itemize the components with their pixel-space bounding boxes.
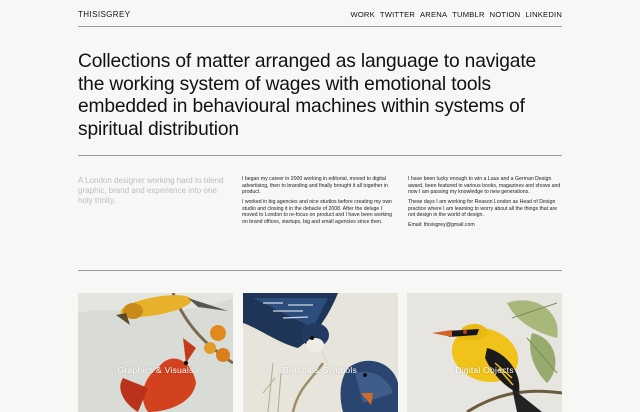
nav-twitter[interactable]: TWITTER bbox=[380, 10, 415, 19]
bird-illustration-image bbox=[78, 293, 233, 412]
intro-divider bbox=[78, 270, 562, 271]
bio-paragraph: I began my career in 2000 working in edi… bbox=[242, 176, 388, 195]
hero-divider bbox=[78, 155, 562, 156]
bio-column-2: I have been lucky enough to win a Laus a… bbox=[408, 176, 562, 232]
card-digital-objects[interactable]: Digital Objects bbox=[407, 293, 562, 412]
kingfisher-illustration-image bbox=[242, 293, 398, 412]
email-link[interactable]: Email: thisisgrey@gmail.com bbox=[408, 222, 562, 229]
card-graphics-visuals[interactable]: Graphics & Visuals bbox=[78, 293, 233, 412]
header-divider bbox=[78, 26, 562, 27]
card-label: Digital Objects bbox=[455, 365, 514, 375]
nav-arena[interactable]: ARENA bbox=[420, 10, 447, 19]
intro-section: A London designer working hard to blend … bbox=[78, 176, 562, 232]
site-header: THISISGREY WORK TWITTER ARENA TUMBLR NOT… bbox=[78, 7, 562, 21]
bio-column-1: I began my career in 2000 working in edi… bbox=[242, 176, 408, 232]
hero-headline: Collections of matter arranged as langua… bbox=[78, 51, 537, 140]
nav-tumblr[interactable]: TUMBLR bbox=[452, 10, 484, 19]
bio-paragraph: These days I am working for Reason Londo… bbox=[408, 199, 558, 219]
project-gallery: Graphics & Visuals Brands & Symbols Digi… bbox=[78, 293, 562, 412]
brand-logo[interactable]: THISISGREY bbox=[78, 10, 130, 19]
card-label: Graphics & Visuals bbox=[117, 365, 194, 375]
oriole-illustration-image bbox=[407, 293, 562, 412]
nav-notion[interactable]: NOTION bbox=[490, 10, 521, 19]
intro-lead: A London designer working hard to blend … bbox=[78, 176, 224, 206]
bio-paragraph: I have been lucky enough to win a Laus a… bbox=[408, 176, 561, 195]
main-nav: WORK TWITTER ARENA TUMBLR NOTION LINKEDI… bbox=[350, 10, 562, 19]
nav-linkedin[interactable]: LINKEDIN bbox=[525, 10, 562, 19]
nav-work[interactable]: WORK bbox=[350, 10, 374, 19]
card-label: Brands & Symbols bbox=[283, 365, 357, 375]
hero: Collections of matter arranged as langua… bbox=[78, 51, 562, 141]
card-brands-symbols[interactable]: Brands & Symbols bbox=[242, 293, 398, 412]
bio-paragraph: I worked in big agencies and nice studio… bbox=[242, 199, 392, 225]
